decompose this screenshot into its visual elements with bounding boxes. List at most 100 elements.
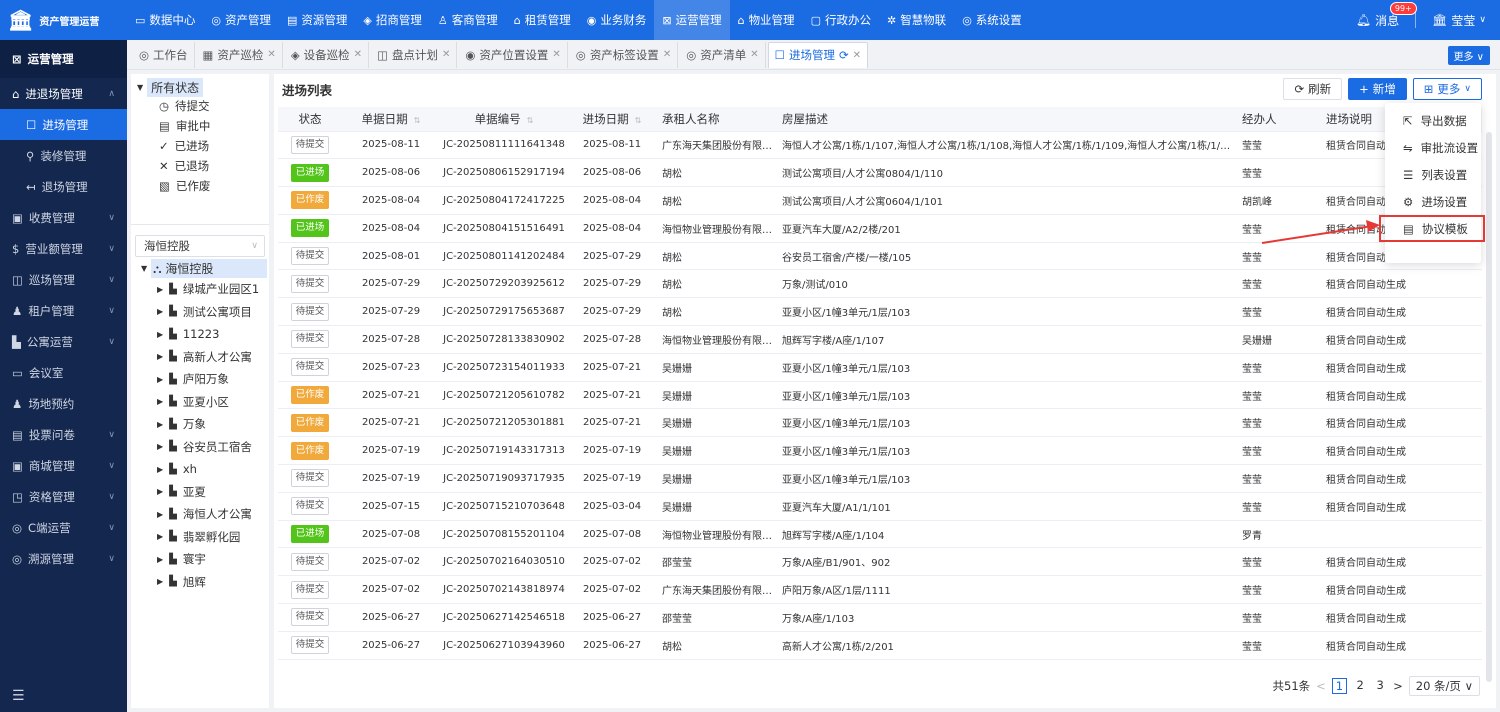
caret-right-icon[interactable]: ▶ <box>157 352 163 361</box>
dropdown-item-1[interactable]: ⇋ 审批流设置 <box>1385 134 1481 161</box>
caret-right-icon[interactable]: ▶ <box>157 577 163 586</box>
table-row[interactable]: 已作废 2025-07-21 JC-20250721205610782 2025-07… <box>278 381 1482 410</box>
column-header-2[interactable]: 单据编号 ⇅ <box>440 107 568 132</box>
sidebar-item-10[interactable]: ▭ 会议室 <box>0 357 127 388</box>
caret-right-icon[interactable]: ▶ <box>157 420 163 429</box>
close-icon[interactable]: ✕ <box>853 50 861 61</box>
topnav-item-1[interactable]: ◎ 资产管理 <box>203 0 279 40</box>
sidebar-item-3[interactable]: ⚲ 装修管理 <box>0 140 127 171</box>
tab-0[interactable]: ◎ 工作台 <box>133 41 195 68</box>
status-node-3[interactable]: ✕ 已退场 <box>137 156 263 176</box>
close-icon[interactable]: ✕ <box>750 49 758 60</box>
tab-3[interactable]: ◫ 盘点计划 ✕ <box>371 41 458 68</box>
table-row[interactable]: 已作废 2025-07-19 JC-20250719143317313 2025-07… <box>278 436 1482 466</box>
close-icon[interactable]: ✕ <box>442 49 450 60</box>
caret-right-icon[interactable]: ▶ <box>157 555 163 564</box>
table-row[interactable]: 待提交 2025-07-29 JC-20250729203925612 2025-07… <box>278 269 1482 299</box>
close-icon[interactable]: ✕ <box>267 49 275 60</box>
caret-right-icon[interactable]: ▶ <box>157 307 163 316</box>
add-button[interactable]: + 新增 <box>1348 78 1407 100</box>
org-node-13[interactable]: ▶ ▙ 旭辉 <box>135 571 267 594</box>
collapse-menu-icon[interactable]: ☰ <box>12 688 25 704</box>
org-node-11[interactable]: ▶ ▙ 翡翠孵化园 <box>135 526 267 549</box>
status-node-0[interactable]: ◷ 待提交 <box>137 96 263 116</box>
caret-right-icon[interactable]: ▶ <box>157 510 163 519</box>
table-row[interactable]: 已进场 2025-08-04 JC-20250804151516491 2025-08… <box>278 214 1482 243</box>
table-row[interactable]: 待提交 2025-07-28 JC-20250728133830902 2025-07… <box>278 325 1482 354</box>
sidebar-item-6[interactable]: $ 营业额管理 ∨ <box>0 233 127 264</box>
close-icon[interactable]: ✕ <box>663 49 671 60</box>
column-header-1[interactable]: 单据日期 ⇅ <box>342 107 440 132</box>
table-row[interactable]: 已作废 2025-07-21 JC-20250721205301881 2025-07… <box>278 408 1482 438</box>
table-row[interactable]: 待提交 2025-07-29 JC-20250729175653687 2025-07… <box>278 297 1482 327</box>
topnav-item-8[interactable]: ⌂ 物业管理 <box>730 0 803 40</box>
topnav-item-10[interactable]: ✲ 智慧物联 <box>879 0 954 40</box>
table-row[interactable]: 已进场 2025-07-08 JC-20250708155201104 2025-07… <box>278 520 1482 549</box>
tab-1[interactable]: ▦ 资产巡检 ✕ <box>197 41 283 68</box>
sidebar-item-12[interactable]: ▤ 投票问卷 ∨ <box>0 419 127 450</box>
page-number-2[interactable]: 2 <box>1353 678 1367 694</box>
sidebar-item-8[interactable]: ♟ 租户管理 ∨ <box>0 295 127 326</box>
table-row[interactable]: 待提交 2025-07-02 JC-20250702164030510 2025-07… <box>278 547 1482 577</box>
topnav-item-6[interactable]: ◉ 业务财务 <box>579 0 655 40</box>
sidebar-item-5[interactable]: ▣ 收费管理 ∨ <box>0 202 127 233</box>
table-row[interactable]: 待提交 2025-07-23 JC-20250723154011933 2025-07… <box>278 353 1482 382</box>
tab-5[interactable]: ◎ 资产标签设置 ✕ <box>570 41 679 68</box>
sidebar-item-9[interactable]: ▙ 公寓运营 ∨ <box>0 326 127 357</box>
dropdown-item-4[interactable]: ▤ 协议模板 <box>1379 215 1485 242</box>
org-node-8[interactable]: ▶ ▙ xh <box>135 458 267 481</box>
messages-button[interactable]: 🔔︎ 消息 99+ <box>1356 1 1417 29</box>
org-node-5[interactable]: ▶ ▙ 亚夏小区 <box>135 391 267 414</box>
tab-2[interactable]: ◈ 设备巡检 ✕ <box>285 41 370 68</box>
org-node-1[interactable]: ▶ ▙ 测试公寓项目 <box>135 301 267 324</box>
org-node-10[interactable]: ▶ ▙ 海恒人才公寓 <box>135 503 267 526</box>
user-menu[interactable]: 🏛 莹莹 ∨ <box>1432 12 1486 29</box>
status-node-1[interactable]: ▤ 审批中 <box>137 116 263 136</box>
prev-page-icon[interactable]: < <box>1316 679 1326 693</box>
status-node-2[interactable]: ✓ 已进场 <box>137 136 263 156</box>
caret-right-icon[interactable]: ▶ <box>157 285 163 294</box>
topnav-item-11[interactable]: ◎ 系统设置 <box>954 0 1030 40</box>
org-tree-root[interactable]: ▼ ⛬ 海恒控股 <box>135 259 267 278</box>
app-logo[interactable]: 🏛 资产管理运营 <box>0 10 127 30</box>
tab-more-button[interactable]: 更多 ∨ <box>1447 46 1490 65</box>
caret-right-icon[interactable]: ▶ <box>157 375 163 384</box>
sidebar-item-7[interactable]: ◫ 巡场管理 ∨ <box>0 264 127 295</box>
caret-right-icon[interactable]: ▶ <box>157 532 163 541</box>
topnav-item-0[interactable]: ▭ 数据中心 <box>127 0 203 40</box>
page-size-select[interactable]: 20 条/页 ∨ <box>1408 676 1480 696</box>
tab-6[interactable]: ◎ 资产清单 ✕ <box>680 41 766 68</box>
org-select[interactable]: 海恒控股 ∨ <box>135 235 265 257</box>
topnav-item-9[interactable]: ▢ 行政办公 <box>803 0 879 40</box>
table-row[interactable]: 待提交 2025-07-02 JC-20250702143818974 2025-07… <box>278 575 1482 605</box>
refresh-button[interactable]: ⟳ 刷新 <box>1283 78 1343 100</box>
table-row[interactable]: 待提交 2025-08-11 JC-20250811111641348 2025-08… <box>278 131 1482 160</box>
org-node-7[interactable]: ▶ ▙ 谷安员工宿舍 <box>135 436 267 459</box>
caret-right-icon[interactable]: ▶ <box>157 465 163 474</box>
topnav-item-7[interactable]: ⊠ 运营管理 <box>654 0 730 40</box>
table-row[interactable]: 待提交 2025-07-15 JC-20250715210703648 2025-03… <box>278 492 1482 521</box>
sidebar-item-1[interactable]: ⌂ 进退场管理 ∧ <box>0 78 127 109</box>
sidebar-item-14[interactable]: ◳ 资格管理 ∨ <box>0 481 127 512</box>
topnav-item-2[interactable]: ▤ 资源管理 <box>279 0 355 40</box>
sidebar-item-11[interactable]: ♟ 场地预约 <box>0 388 127 419</box>
topnav-item-5[interactable]: ⌂ 租赁管理 <box>506 0 579 40</box>
caret-right-icon[interactable]: ▶ <box>157 487 163 496</box>
org-node-0[interactable]: ▶ ▙ 绿城产业园区1 <box>135 278 267 301</box>
status-tree-root[interactable]: ▼ 所有状态 <box>137 77 263 97</box>
table-row[interactable]: 已作废 2025-08-04 JC-20250804172417225 2025-08… <box>278 186 1482 215</box>
more-button[interactable]: ⊞ 更多 ∨ <box>1412 78 1482 100</box>
table-row[interactable]: 待提交 2025-06-27 JC-20250627142546518 2025-06… <box>278 603 1482 632</box>
sidebar-item-0[interactable]: ⊠ 运营管理 <box>0 40 127 78</box>
topnav-item-4[interactable]: ♙ 客商管理 <box>430 0 506 40</box>
table-row[interactable]: 待提交 2025-07-19 JC-20250719093717935 2025-07… <box>278 464 1482 493</box>
dropdown-item-2[interactable]: ☰ 列表设置 <box>1385 161 1481 188</box>
org-node-3[interactable]: ▶ ▙ 高新人才公寓 <box>135 346 267 369</box>
org-node-9[interactable]: ▶ ▙ 亚夏 <box>135 481 267 504</box>
tab-7[interactable]: ☐ 进场管理 ⟳ ✕ <box>767 41 868 68</box>
org-node-12[interactable]: ▶ ▙ 寰宇 <box>135 548 267 571</box>
tab-4[interactable]: ◉ 资产位置设置 ✕ <box>459 41 568 68</box>
sidebar-item-16[interactable]: ◎ 溯源管理 ∨ <box>0 543 127 574</box>
caret-right-icon[interactable]: ▶ <box>157 397 163 406</box>
sort-icon[interactable]: ⇅ <box>635 116 642 125</box>
